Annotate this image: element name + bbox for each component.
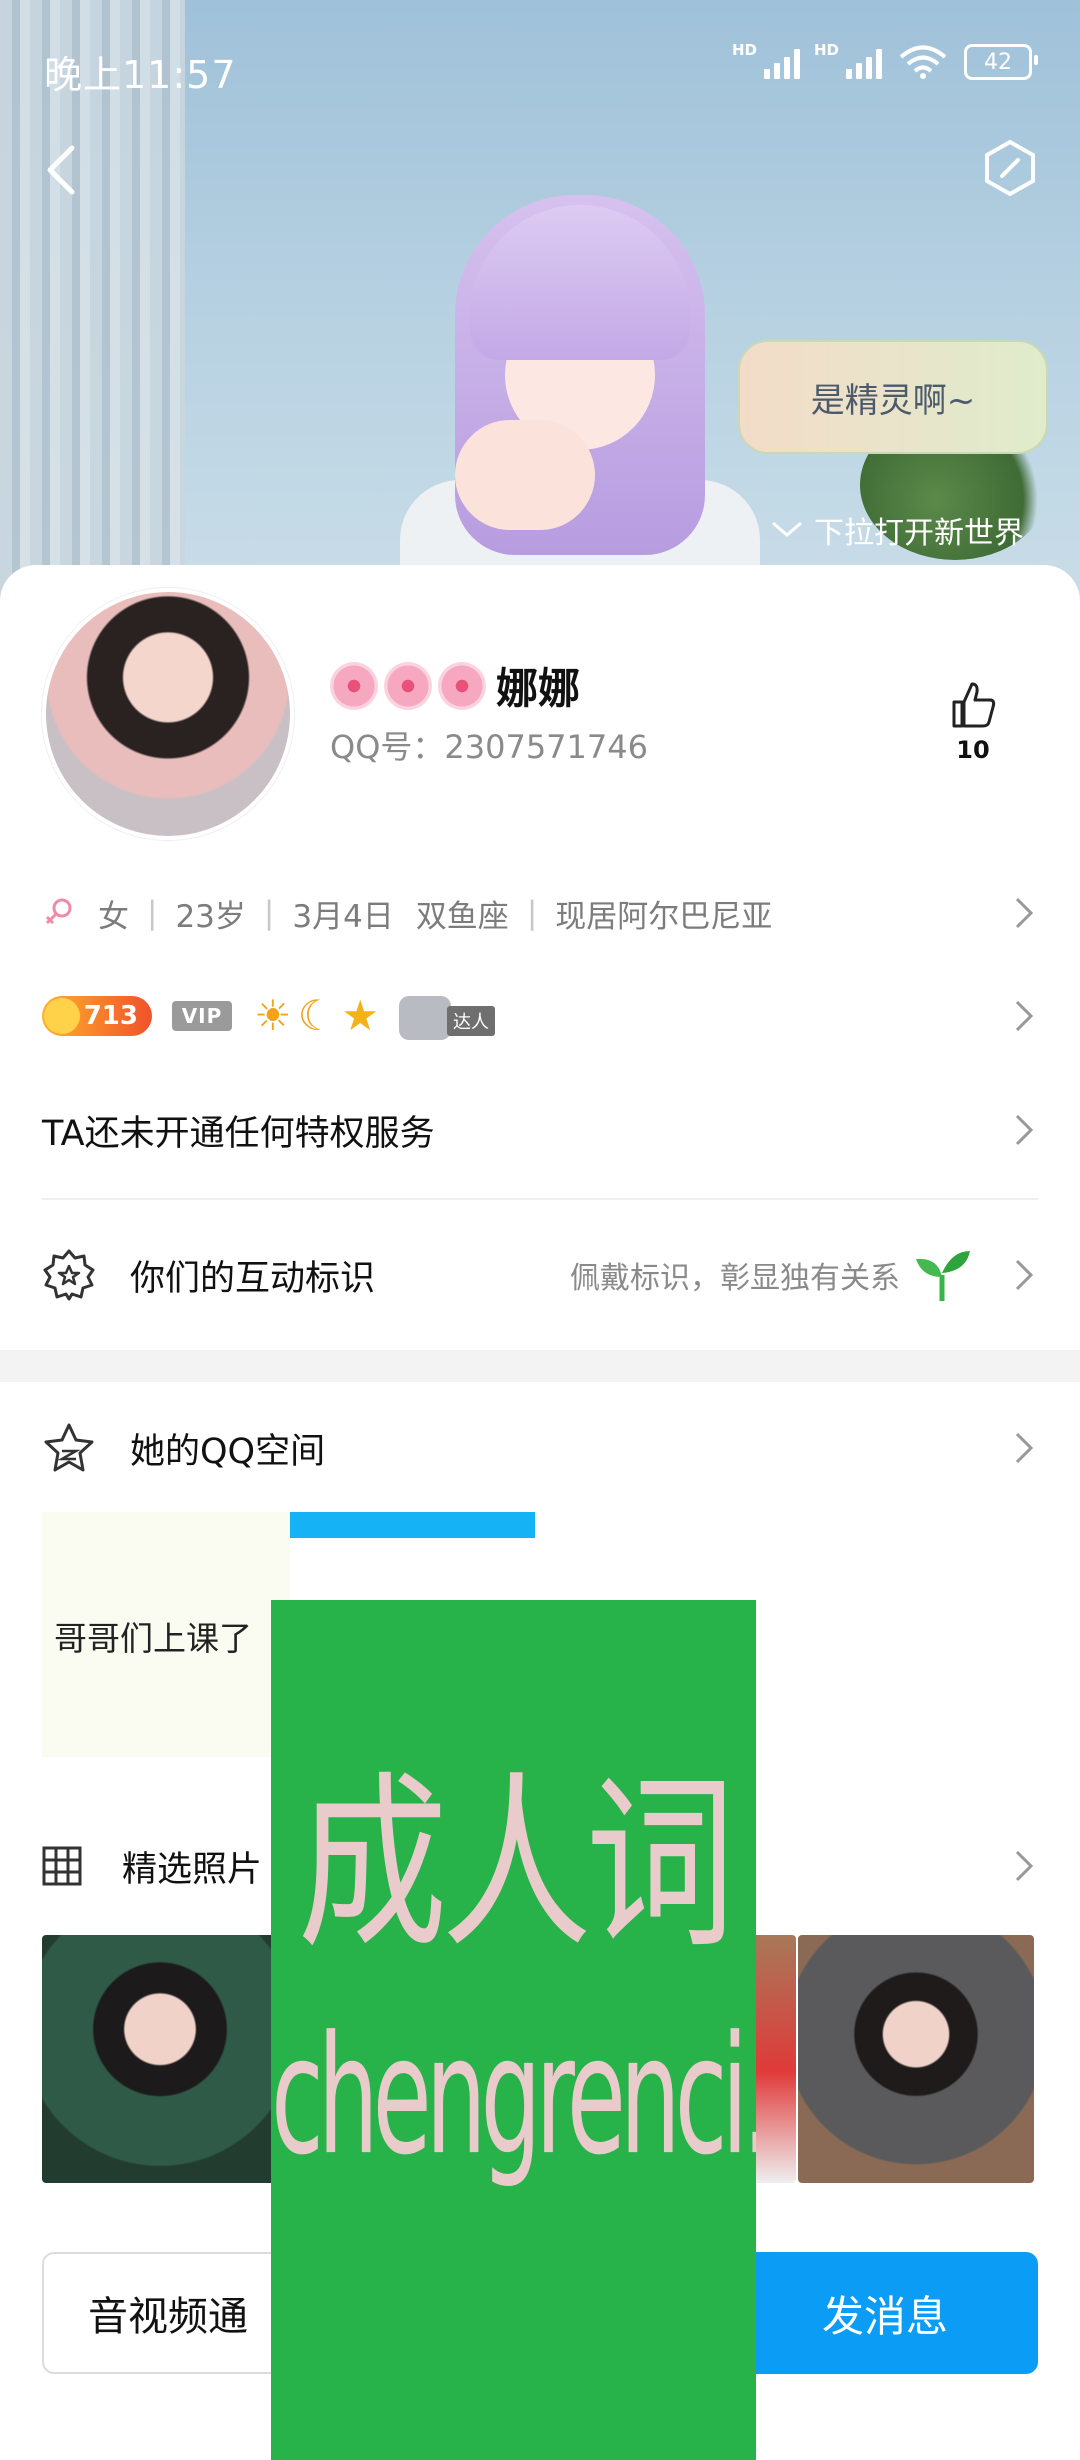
- separator: |: [526, 895, 538, 931]
- flower-icon: [384, 661, 432, 710]
- like-icon[interactable]: [948, 680, 998, 730]
- battery-icon: 42: [964, 44, 1038, 80]
- qq-number: QQ号：2307571746: [330, 728, 648, 766]
- interaction-mark-label: 你们的互动标识: [130, 1258, 376, 1299]
- avatar[interactable]: [42, 588, 294, 840]
- wifi-icon: [899, 45, 947, 79]
- speech-bubble-text: 是精灵啊~: [810, 380, 976, 421]
- section-gap: [0, 1350, 1080, 1382]
- interaction-hint-text: 佩戴标识，彰显独有关系: [570, 1261, 900, 1296]
- age-text: 23岁: [175, 898, 246, 935]
- cover-character-hand: [455, 420, 595, 530]
- badge-gear-icon: [43, 1249, 95, 1301]
- privilege-row[interactable]: TA还未开通任何特权服务: [42, 1100, 1038, 1160]
- qzone-star-icon: [44, 1423, 94, 1472]
- star-icon: ★: [341, 991, 379, 1040]
- chevron-right-icon: [1015, 1000, 1034, 1032]
- swipe-hint-text: 下拉打开新世界: [814, 516, 1024, 551]
- edit-cover-button[interactable]: [980, 138, 1040, 198]
- basic-info-row[interactable]: 女 | 23岁 | 3月4日 双鱼座 | 现居阿尔巴尼亚: [42, 885, 1038, 941]
- back-button[interactable]: [38, 140, 88, 200]
- swipe-hint[interactable]: 下拉打开新世界: [770, 508, 1024, 552]
- zodiac-text: 双鱼座: [415, 898, 509, 935]
- interaction-hint: 佩戴标识，彰显独有关系: [570, 1247, 972, 1303]
- name-row: 娜娜: [330, 655, 580, 716]
- flower-icon: [330, 661, 378, 710]
- chevron-right-icon: [1015, 1114, 1034, 1146]
- send-message-label: 发消息: [821, 2291, 948, 2341]
- status-icons: HD HD 42: [732, 41, 1038, 80]
- chevron-right-icon: [1015, 1432, 1034, 1464]
- female-icon: [45, 898, 72, 925]
- talent-tag: 达人: [446, 1006, 495, 1036]
- badge-row[interactable]: 713 VIP ☀ ☾ ★ 达人: [42, 985, 1038, 1047]
- featured-photo[interactable]: [42, 1935, 278, 2183]
- separator: |: [263, 895, 275, 931]
- featured-photo[interactable]: [798, 1935, 1034, 2183]
- speech-bubble: 是精灵啊~: [738, 340, 1048, 454]
- interaction-mark-row[interactable]: 你们的互动标识 佩戴标识，彰显独有关系: [42, 1245, 1038, 1305]
- chevron-right-icon: [1015, 1259, 1034, 1291]
- watermark-text-url: chengrenci.com: [271, 2000, 756, 2192]
- chevron-right-icon: [1015, 1850, 1034, 1882]
- chevron-down-icon: [772, 521, 802, 537]
- qq-level: 713: [83, 1001, 138, 1031]
- av-call-label: 音视频通: [88, 2294, 248, 2340]
- moon-icon: ☾: [297, 991, 336, 1040]
- sprout-icon: [916, 1251, 970, 1301]
- chevron-right-icon: [1015, 897, 1034, 929]
- status-time: 晚上11:57: [44, 53, 237, 97]
- nickname: 娜娜: [496, 664, 581, 713]
- featured-photos-label: 精选照片: [122, 1849, 263, 1890]
- talent-badge: 达人: [398, 996, 495, 1040]
- signal-icon: HD: [732, 41, 800, 79]
- separator: |: [147, 895, 158, 931]
- qq-level-badge: 713: [42, 996, 152, 1036]
- like-count: 10: [956, 736, 990, 764]
- grid-icon: [42, 1846, 82, 1886]
- divider: [42, 1198, 1038, 1200]
- watermark-text-cn: 成人词: [297, 1756, 735, 1975]
- gender-text: 女: [98, 898, 129, 935]
- sun-icon: ☀: [254, 991, 292, 1040]
- watermark-overlay: 成人词 chengrenci.com: [271, 1600, 756, 2460]
- status-bar: 晚上11:57 HD HD 42: [0, 0, 1080, 130]
- vip-badge: VIP: [172, 1001, 232, 1031]
- qzone-label: 她的QQ空间: [130, 1431, 326, 1472]
- battery-level: 42: [984, 49, 1012, 75]
- birthday-text: 3月4日: [292, 898, 394, 935]
- qzone-post-text: 哥哥们上课了: [54, 1619, 252, 1658]
- qzone-row[interactable]: 她的QQ空间: [42, 1418, 1038, 1478]
- signal-icon: HD: [814, 41, 882, 79]
- wing-icon: [398, 996, 451, 1040]
- location-text: 现居阿尔巴尼亚: [555, 898, 773, 935]
- privilege-text: TA还未开通任何特权服务: [42, 1113, 435, 1154]
- flower-icon: [438, 661, 486, 710]
